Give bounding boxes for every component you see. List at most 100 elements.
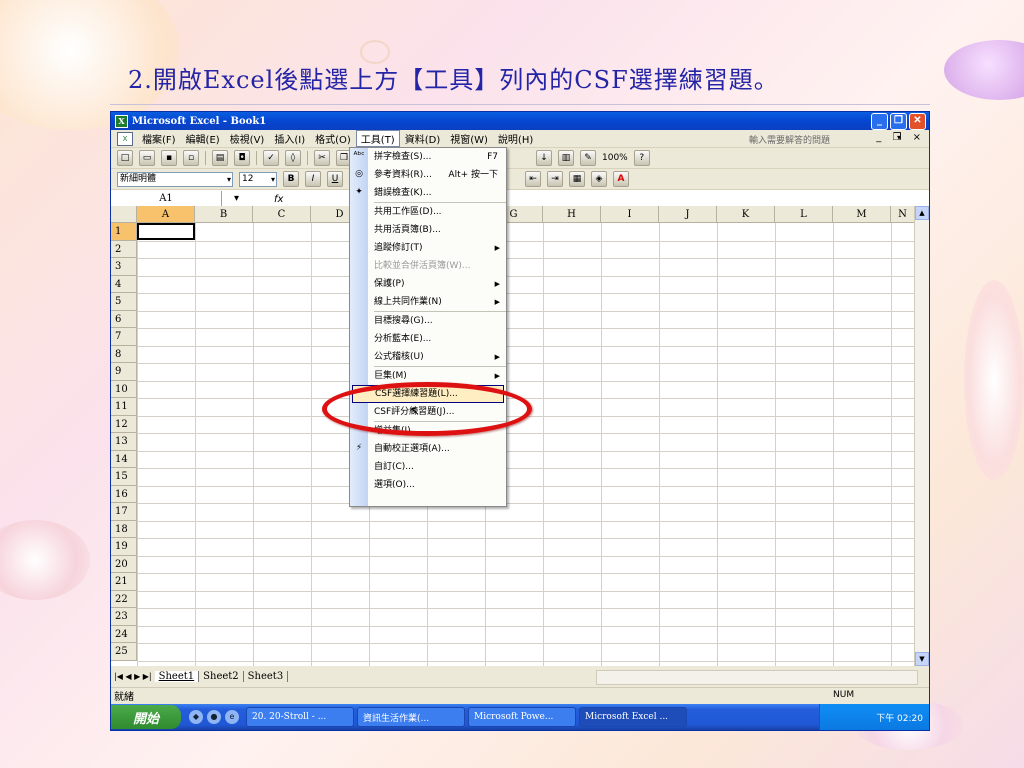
sort-icon[interactable]: ↓: [536, 150, 552, 166]
help-icon[interactable]: ?: [633, 150, 650, 166]
taskbar-item-active[interactable]: Microsoft Excel ...: [579, 707, 687, 727]
fill-color-icon[interactable]: ◈: [591, 171, 607, 187]
column-header[interactable]: K: [717, 206, 775, 223]
column-header[interactable]: B: [195, 206, 253, 223]
row-header[interactable]: 18: [111, 520, 137, 538]
menu-item[interactable]: 比較並合併活頁簿(W)...: [350, 257, 506, 275]
sheet-tab-sheet3[interactable]: Sheet3: [244, 671, 289, 682]
menu-edit[interactable]: 編輯(E): [181, 130, 225, 147]
row-header[interactable]: 5: [111, 293, 137, 311]
spelling-icon[interactable]: ✓: [263, 150, 279, 166]
row-header[interactable]: 3: [111, 258, 137, 276]
column-header[interactable]: H: [543, 206, 601, 223]
research-icon[interactable]: ◊: [285, 150, 301, 166]
print-icon[interactable]: ▤: [212, 150, 228, 166]
menu-item[interactable]: ◎ 參考資料(R)... Alt+ 按一下: [350, 166, 506, 184]
menu-view[interactable]: 檢視(V): [225, 130, 270, 147]
menu-help[interactable]: 說明(H): [493, 130, 538, 147]
decrease-indent-icon[interactable]: ⇤: [525, 171, 541, 187]
taskbar-item[interactable]: 資訊生活作業(...: [357, 707, 465, 727]
name-box[interactable]: A1: [111, 191, 239, 207]
row-header[interactable]: 12: [111, 415, 137, 433]
sheet-tab-sheet2[interactable]: Sheet2: [199, 671, 244, 682]
borders-icon[interactable]: ▦: [569, 171, 585, 187]
menu-data[interactable]: 資料(D): [400, 130, 446, 147]
save-icon[interactable]: ▪: [161, 150, 177, 166]
fx-icon[interactable]: fx: [274, 194, 283, 205]
open-icon[interactable]: ▭: [139, 150, 155, 166]
menu-item[interactable]: 目標搜尋(G)...: [350, 312, 506, 330]
menu-window[interactable]: 視窗(W): [445, 130, 493, 147]
menu-item[interactable]: 共用活頁簿(B)...: [350, 221, 506, 239]
underline-button[interactable]: U: [327, 171, 343, 187]
row-header[interactable]: 10: [111, 380, 137, 398]
menu-item[interactable]: ⚡ 自動校正選項(A)...: [350, 440, 506, 458]
italic-button[interactable]: I: [305, 171, 321, 187]
row-header[interactable]: 20: [111, 555, 137, 573]
quicklaunch-icon[interactable]: e: [225, 710, 239, 724]
column-header[interactable]: A: [137, 206, 195, 223]
cut-icon[interactable]: ✂: [314, 150, 330, 166]
row-header[interactable]: 11: [111, 398, 137, 416]
active-cell-a1[interactable]: [137, 223, 195, 240]
quicklaunch-icon[interactable]: ◆: [189, 710, 203, 724]
menu-item[interactable]: 分析藍本(E)...: [350, 330, 506, 348]
menu-item[interactable]: 追蹤修訂(T) ▶: [350, 239, 506, 257]
font-size-select[interactable]: 12: [239, 171, 277, 187]
row-header[interactable]: 22: [111, 590, 137, 608]
start-button[interactable]: 開始: [111, 705, 181, 729]
font-name-select[interactable]: 新細明體: [117, 171, 233, 187]
permission-icon[interactable]: ▫: [183, 150, 199, 166]
scroll-down-icon[interactable]: ▼: [915, 652, 929, 666]
vertical-scrollbar[interactable]: ▲ ▼: [914, 206, 929, 666]
menu-insert[interactable]: 插入(I): [269, 130, 310, 147]
minimize-button[interactable]: _: [871, 113, 888, 130]
window-titlebar[interactable]: X Microsoft Excel - Book1 _ ❐ ✕: [111, 112, 929, 130]
help-search-input[interactable]: 輸入需要解答的問題: [749, 132, 889, 146]
row-header[interactable]: 2: [111, 240, 137, 258]
menu-item[interactable]: 線上共同作業(N) ▶: [350, 293, 506, 311]
row-header[interactable]: 1: [111, 223, 137, 241]
menu-item[interactable]: 保護(P) ▶: [350, 275, 506, 293]
column-header[interactable]: C: [253, 206, 311, 223]
menu-item[interactable]: ✦ 錯誤檢查(K)...: [350, 184, 506, 202]
menu-item[interactable]: 選項(O)...: [350, 476, 506, 494]
taskbar-item[interactable]: Microsoft Powe...: [468, 707, 576, 727]
spreadsheet-grid[interactable]: A B C D E F G H I J K L M N 1 2 3 4 5 6 …: [111, 206, 929, 666]
select-all-corner[interactable]: [111, 206, 137, 223]
row-header[interactable]: 24: [111, 625, 137, 643]
row-header[interactable]: 16: [111, 485, 137, 503]
row-header[interactable]: 14: [111, 450, 137, 468]
column-header[interactable]: N: [891, 206, 915, 223]
restore-button[interactable]: ❐: [890, 113, 907, 130]
row-header[interactable]: 23: [111, 608, 137, 626]
chart-icon[interactable]: ▥: [558, 150, 574, 166]
close-button[interactable]: ✕: [909, 113, 926, 130]
workbook-icon[interactable]: X: [117, 131, 133, 146]
row-header[interactable]: 25: [111, 643, 137, 661]
bold-button[interactable]: B: [283, 171, 299, 187]
row-header[interactable]: 17: [111, 503, 137, 521]
row-header[interactable]: 9: [111, 363, 137, 381]
taskbar-item[interactable]: 20. 20-Stroll - ...: [246, 707, 354, 727]
menu-format[interactable]: 格式(O): [310, 130, 356, 147]
clock[interactable]: 下午 02:20: [876, 711, 923, 724]
column-header[interactable]: I: [601, 206, 659, 223]
row-header[interactable]: 7: [111, 328, 137, 346]
row-header[interactable]: 15: [111, 468, 137, 486]
menu-item[interactable]: 自訂(C)...: [350, 458, 506, 476]
row-header[interactable]: 4: [111, 275, 137, 293]
row-header[interactable]: 13: [111, 433, 137, 451]
zoom-level[interactable]: 100%: [602, 153, 628, 163]
column-header[interactable]: J: [659, 206, 717, 223]
sheet-nav-icons[interactable]: |◀ ◀ ▶ ▶|: [111, 672, 155, 681]
menu-item[interactable]: ᴬᵇᶜ 拼字檢查(S)... F7: [350, 148, 506, 166]
row-header[interactable]: 21: [111, 573, 137, 591]
column-header[interactable]: L: [775, 206, 833, 223]
drawing-icon[interactable]: ✎: [580, 150, 596, 166]
row-header[interactable]: 19: [111, 538, 137, 556]
menu-tools[interactable]: 工具(T): [355, 130, 400, 147]
quicklaunch-icon[interactable]: ●: [207, 710, 221, 724]
workbook-controls[interactable]: _ ❐ ×: [876, 132, 925, 143]
font-color-icon[interactable]: A: [613, 171, 629, 187]
